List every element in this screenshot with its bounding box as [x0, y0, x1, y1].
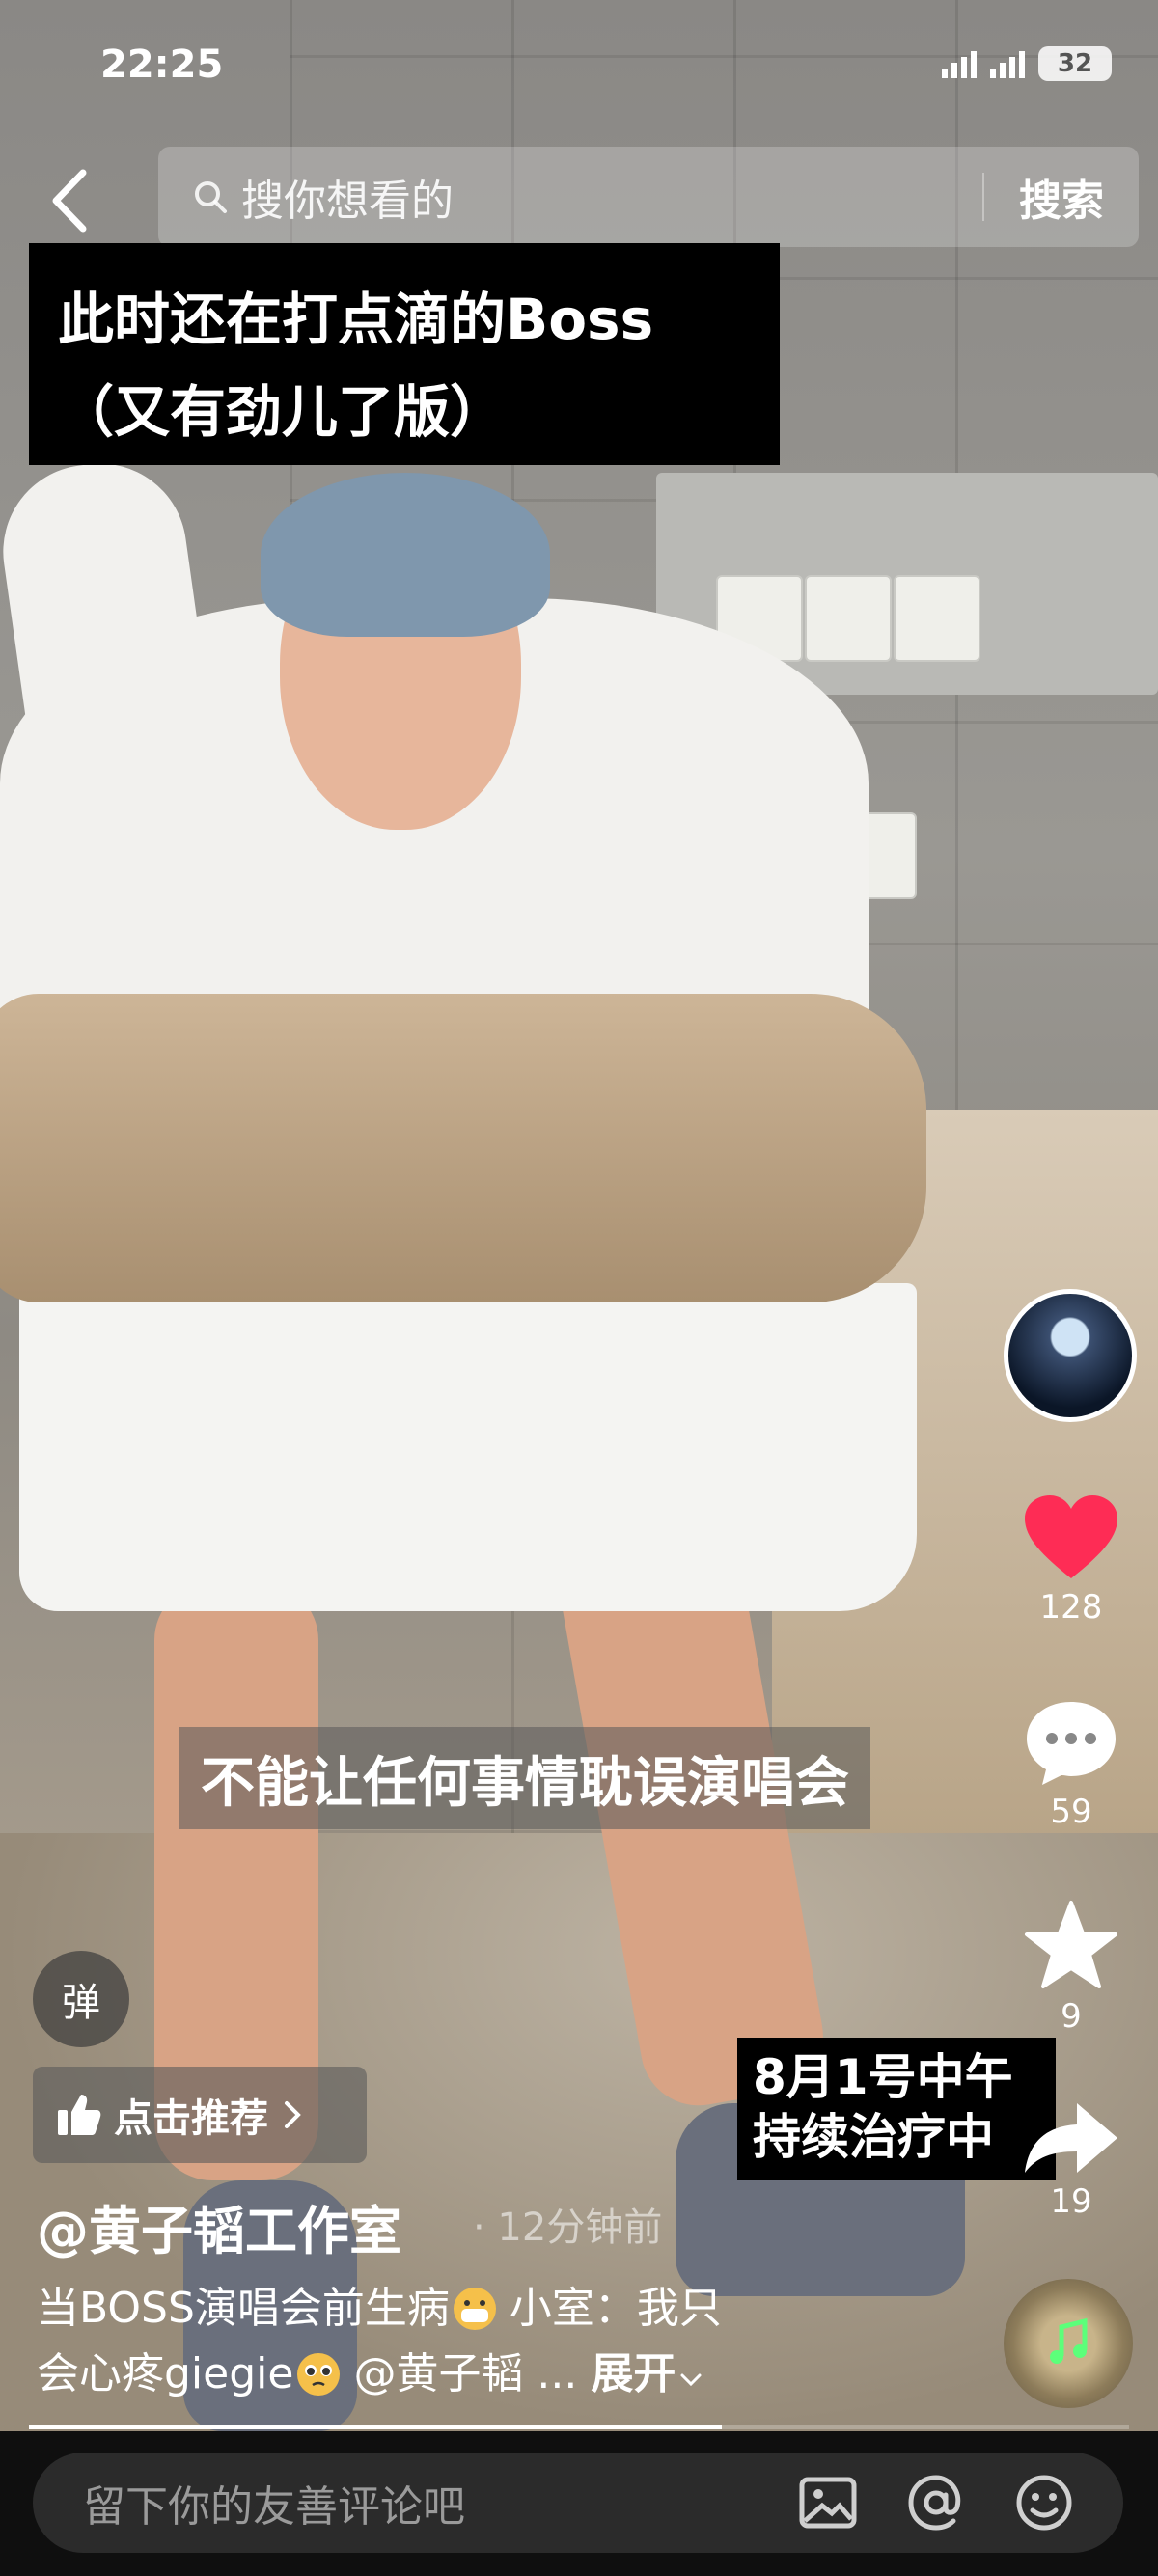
signal-icon	[942, 49, 977, 78]
battery-icon: 32	[1038, 46, 1112, 81]
video-scene-pillow	[0, 994, 926, 1302]
search-input[interactable]: 搜你想看的	[241, 166, 982, 228]
video-date-line: 持续治疗中	[753, 2109, 994, 2165]
image-icon	[799, 2477, 857, 2529]
recommend-label: 点击推荐	[114, 2096, 268, 2141]
author-name-link[interactable]: @黄子韬工作室	[37, 2188, 401, 2264]
chevron-down-icon	[680, 2373, 702, 2387]
mention-button[interactable]	[907, 2474, 965, 2532]
danmu-label: 弹	[62, 1981, 100, 2025]
comment-input[interactable]: 留下你的友善评论吧	[33, 2453, 1123, 2553]
emoji-icon	[1016, 2475, 1072, 2531]
comment-icon	[1027, 1702, 1116, 1785]
video-date-line: 8月1号中午	[753, 2049, 1013, 2105]
search-icon	[195, 181, 227, 213]
at-icon	[908, 2475, 961, 2531]
video-scene-hair	[261, 473, 550, 637]
mention-link[interactable]: @黄子韬 ...	[340, 2349, 577, 2398]
like-button[interactable]: 128	[1013, 1494, 1129, 1627]
share-icon	[1025, 2103, 1117, 2173]
back-button[interactable]	[41, 162, 98, 239]
star-icon	[1025, 1901, 1117, 1988]
back-icon	[52, 169, 87, 233]
video-progress-fill	[29, 2425, 723, 2429]
video-date-card: 8月1号中午 持续治疗中	[737, 2038, 1056, 2180]
comment-count: 59	[1050, 1793, 1092, 1831]
post-description-line: 会心疼giegie @黄子韬 ... 展开	[37, 2339, 703, 2400]
favorite-button[interactable]: 9	[1013, 1899, 1129, 2036]
video-progress-bar[interactable]	[29, 2425, 1129, 2429]
description-text: 会心疼giegie	[37, 2349, 294, 2398]
expand-button[interactable]: 展开	[591, 2349, 703, 2398]
description-text: 当BOSS演唱会前生病	[37, 2284, 450, 2333]
like-count: 128	[1039, 1588, 1103, 1627]
author-avatar[interactable]	[1004, 1289, 1137, 1422]
video-title-card: 此时还在打点滴的Boss （又有劲儿了版）	[29, 243, 780, 465]
status-icons: 32	[942, 46, 1112, 81]
video-title-line: （又有劲儿了版）	[58, 379, 507, 445]
status-time: 22:25	[100, 42, 224, 87]
expand-label: 展开	[591, 2349, 676, 2398]
description-text: 小室：我只	[495, 2284, 722, 2333]
recommend-button[interactable]: 点击推荐	[33, 2067, 367, 2163]
heart-icon	[1025, 1495, 1117, 1578]
share-button[interactable]: 19	[1013, 2099, 1129, 2221]
music-note-icon	[1050, 2317, 1088, 2364]
chevron-right-icon	[285, 2101, 301, 2128]
emoji-picker-button[interactable]	[1015, 2474, 1073, 2532]
music-disc[interactable]	[1004, 2279, 1133, 2408]
danmu-toggle-button[interactable]: 弹	[33, 1951, 129, 2047]
image-picker-button[interactable]	[799, 2477, 857, 2529]
post-description-line: 当BOSS演唱会前生病 小室：我只	[37, 2273, 722, 2335]
thumbs-up-icon	[58, 2095, 101, 2135]
comment-placeholder: 留下你的友善评论吧	[83, 2482, 465, 2532]
search-divider	[982, 173, 984, 221]
mask-face-emoji-icon	[453, 2288, 496, 2330]
search-bar[interactable]: 搜你想看的 搜索	[158, 147, 1139, 247]
comment-bar: 留下你的友善评论吧	[0, 2431, 1158, 2576]
signal-icon	[990, 49, 1025, 78]
video-title-line: 此时还在打点滴的Boss	[58, 287, 654, 352]
video-subtitle: 不能让任何事情耽误演唱会	[179, 1727, 870, 1829]
search-button[interactable]: 搜索	[1019, 166, 1104, 228]
favorite-count: 9	[1061, 1997, 1082, 2036]
share-count: 19	[1050, 2182, 1092, 2221]
comment-button[interactable]: 59	[1013, 1698, 1129, 1831]
video-scene-outlet	[805, 575, 892, 662]
post-time: · 12分钟前	[473, 2206, 663, 2250]
video-scene-outlet	[894, 575, 980, 662]
video-scene-gown	[19, 1283, 917, 1611]
pleading-face-emoji-icon	[297, 2353, 341, 2396]
